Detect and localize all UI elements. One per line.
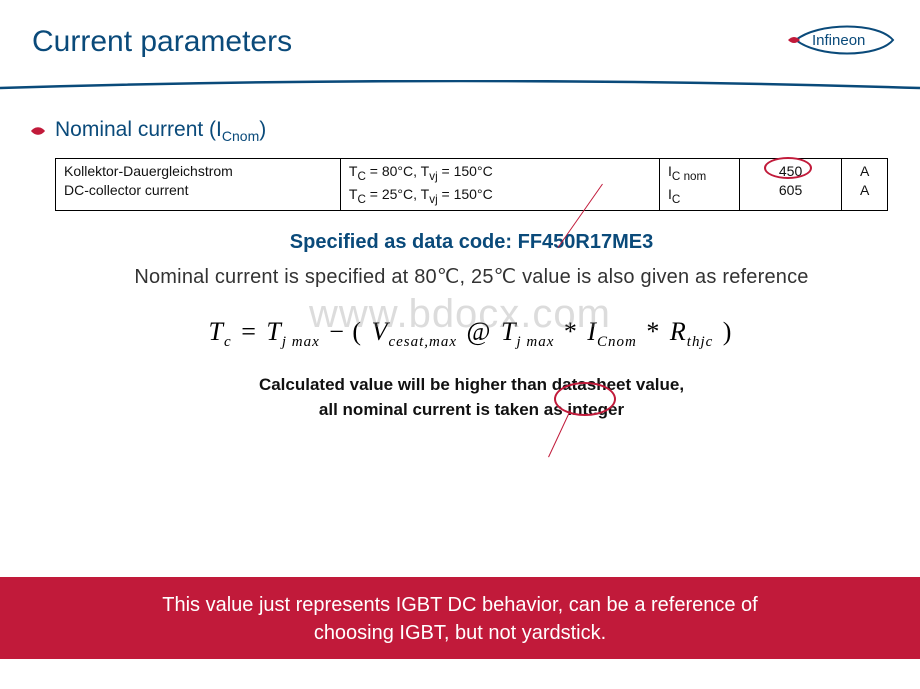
f-R-sub: thjc <box>687 334 714 350</box>
footer-l1: This value just represents IGBT DC behav… <box>162 594 758 616</box>
param-en: DC-collector current <box>64 182 188 198</box>
subheading-suffix: ) <box>259 118 266 141</box>
cell-symbol: IC nom IC <box>660 159 740 211</box>
unit1: A <box>860 163 869 179</box>
f-star1: * <box>562 317 580 346</box>
body: Nominal current (ICnom) Kollektor-Dauerg… <box>0 100 920 423</box>
note-conditions: Nominal current is specified at 80℃, 25℃… <box>55 264 888 289</box>
f-eq: = <box>239 317 266 346</box>
f-Tc-sub: c <box>224 334 232 350</box>
datacode-line: Specified as data code: FF450R17ME3 <box>55 231 888 254</box>
f-V: V <box>372 317 389 346</box>
svg-text:Infineon: Infineon <box>812 32 865 49</box>
header: Current parameters Infineon <box>0 0 920 100</box>
table-row: Kollektor-Dauergleichstrom DC-collector … <box>56 159 888 211</box>
note2-l2: all nominal current is taken as integer <box>319 400 624 419</box>
footer-bar: This value just represents IGBT DC behav… <box>0 577 920 659</box>
val1: 450 <box>779 163 802 179</box>
cond2: TC = 25°C, Tvj = 150°C <box>349 186 493 202</box>
cell-unit: A A <box>842 159 888 211</box>
cond1: TC = 80°C, Tvj = 150°C <box>349 163 493 179</box>
val2: 605 <box>779 182 802 198</box>
slide-root: Current parameters Infineon Nominal curr… <box>0 0 920 689</box>
subheading-prefix: Nominal current (I <box>55 118 222 141</box>
subheading: Nominal current (ICnom) <box>55 118 888 144</box>
cell-conditions: TC = 80°C, Tvj = 150°C TC = 25°C, Tvj = … <box>340 159 659 211</box>
note-calculated: Calculated value will be higher than dat… <box>55 373 888 422</box>
f-V-sub: cesat,max <box>388 334 457 350</box>
unit2: A <box>860 182 869 198</box>
infineon-logo: Infineon <box>778 20 898 60</box>
subheading-subscript: Cnom <box>222 128 259 144</box>
formula: Tc = Tj max − ( Vcesat,max @ Tj max * IC… <box>55 317 888 351</box>
f-R: R <box>670 317 687 346</box>
cell-value: 450 605 <box>739 159 842 211</box>
f-Tjmax2-sub: j max <box>516 334 554 350</box>
f-Tjmax1-T: T <box>266 317 281 346</box>
f-Tjmax2-T: T <box>501 317 516 346</box>
f-I: I <box>587 317 597 346</box>
f-Tc-T: T <box>209 317 224 346</box>
f-minus: − ( <box>327 317 364 346</box>
footer-l2: choosing IGBT, but not yardstick. <box>314 622 606 644</box>
f-Tjmax1-sub: j max <box>282 334 320 350</box>
f-close: ) <box>721 317 735 346</box>
param-de: Kollektor-Dauergleichstrom <box>64 163 233 179</box>
f-I-sub: Cnom <box>597 334 637 350</box>
bullet-icon <box>31 126 45 136</box>
sym2: IC <box>668 186 680 202</box>
cell-param-name: Kollektor-Dauergleichstrom DC-collector … <box>56 159 341 211</box>
spec-table: Kollektor-Dauergleichstrom DC-collector … <box>55 158 888 211</box>
sym1: IC nom <box>668 163 706 179</box>
title-underline <box>0 80 920 92</box>
note2-l1: Calculated value will be higher than dat… <box>259 375 684 394</box>
f-star2: * <box>644 317 662 346</box>
f-at: @ <box>465 317 494 346</box>
